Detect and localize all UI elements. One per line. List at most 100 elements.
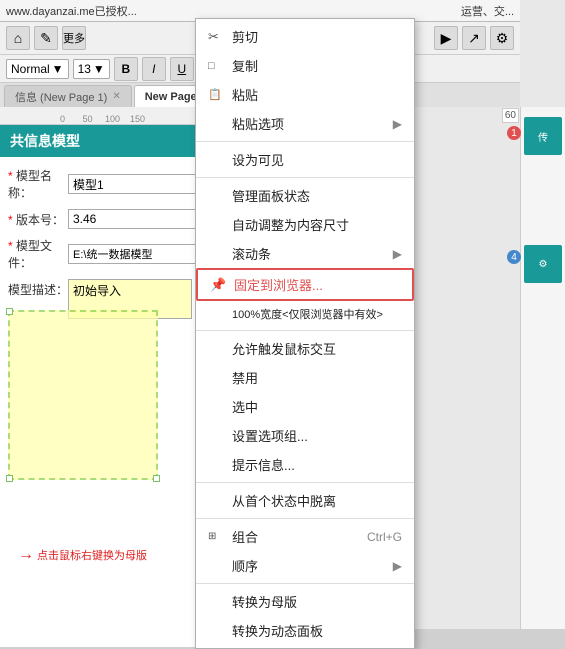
submenu-arrow-order: ▶ [393,559,402,573]
handle-br[interactable] [153,475,160,482]
italic-icon[interactable]: I [142,57,166,81]
right-btn-action[interactable]: ⚙ [524,245,562,283]
menu-item-touch[interactable]: 允许触发鼠标交互 [196,334,414,363]
format-select[interactable]: Normal ▼ [6,59,69,79]
ruler-mark-0: 0 [50,114,75,124]
menu-label-scrollbar: 滚动条 [232,244,271,263]
menu-label-pin-browser: 固定到浏览器... [234,275,323,294]
menu-label-manage-panel: 管理面板状态 [232,186,310,205]
cut-icon: ✂ [208,29,226,45]
right-panel: 传 ⚙ [520,107,565,629]
main-content: 共信息模型 * 模型名称： * 版本号： * 模型文件： 模型描述： 初始导入 [0,125,200,647]
tab-info-newpage[interactable]: 信息 (New Page 1) ✕ [4,85,132,107]
tab-label: 信息 (New Page 1) [15,89,107,105]
bold-icon[interactable]: B [114,57,138,81]
menu-item-order[interactable]: 顺序 ▶ [196,551,414,580]
menu-item-pin-browser[interactable]: 📌 固定到浏览器... [196,268,414,301]
more-label: 更多 [63,30,85,46]
menu-item-tooltip[interactable]: 提示信息... [196,450,414,479]
menu-label-touch: 允许触发鼠标交互 [232,339,336,358]
shortcut-group: Ctrl+G [367,530,402,544]
menu-item-set-visible[interactable]: 设为可见 [196,145,414,174]
menu-label-group: 组合 [232,527,258,546]
menu-item-copy[interactable]: □ 复制 [196,51,414,80]
red-arrow-icon: → [18,546,34,564]
menu-item-auto-resize[interactable]: 自动调整为内容尺寸 [196,210,414,239]
cim-title: 共信息模型 [10,131,80,151]
menu-item-scrollbar[interactable]: 滚动条 ▶ [196,239,414,268]
share-icon[interactable]: ↗ [462,26,486,50]
submenu-arrow-scrollbar: ▶ [393,247,402,261]
home-icon[interactable]: ⌂ [6,26,30,50]
fontsize-arrow: ▼ [93,62,105,76]
menu-item-paste[interactable]: 📋 粘贴 [196,80,414,109]
selection-box [8,310,158,480]
field-label-version: * 版本号： [8,211,68,228]
tab-close-icon[interactable]: ✕ [112,91,120,102]
badge-4: 4 [507,250,521,264]
field-label-file: * 模型文件： [8,237,68,271]
handle-tl[interactable] [6,308,13,315]
field-label-name: * 模型名称： [8,167,68,201]
separator-1 [196,141,414,142]
group-icon: ⊞ [208,531,226,542]
badge-1: 1 [507,126,521,140]
separator-6 [196,583,414,584]
fontsize-select[interactable]: 13 ▼ [73,59,110,79]
menu-item-group[interactable]: ⊞ 组合 Ctrl+G [196,522,414,551]
menu-label-convert-dynamic: 转换为动态面板 [232,621,323,640]
separator-4 [196,482,414,483]
separator-2 [196,177,414,178]
menu-item-manage-panel[interactable]: 管理面板状态 [196,181,414,210]
menu-label-cut: 剪切 [232,27,258,46]
menu-item-select[interactable]: 选中 [196,392,414,421]
annotation-text: 点击鼠标右键换为母版 [37,547,147,563]
underline-icon[interactable]: U [170,57,194,81]
menu-item-disable[interactable]: 禁用 [196,363,414,392]
url-text: www.dayanzai.me已授权... [6,3,137,19]
format-arrow: ▼ [52,62,64,76]
form-row-name: * 模型名称： [8,167,192,201]
menu-label-auto-resize: 自动调整为内容尺寸 [232,215,349,234]
more-btn[interactable]: 更多 [62,26,86,50]
menu-item-detach[interactable]: 从首个状态中脱离 [196,486,414,515]
paste-icon: 📋 [208,88,226,101]
menu-label-order: 顺序 [232,556,258,575]
ruler-mark-150: 150 [125,114,150,124]
form-row-version: * 版本号： [8,209,192,229]
separator-3 [196,330,414,331]
menu-item-set-options[interactable]: 设置选项组... [196,421,414,450]
annotation: → 点击鼠标右键换为母版 [18,546,147,564]
pin-browser-icon: 📌 [210,277,228,293]
cim-header: 共信息模型 [0,125,200,157]
menu-item-convert-dynamic[interactable]: 转换为动态面板 [196,616,414,645]
menu-label-full-width: 100%宽度<仅限浏览器中有效> [232,306,383,322]
preview-icon[interactable]: ▶ [434,26,458,50]
separator-5 [196,518,414,519]
menu-label-disable: 禁用 [232,368,258,387]
menu-label-detach: 从首个状态中脱离 [232,491,336,510]
menu-label-convert-master: 转换为母版 [232,592,297,611]
url-suffix: 运营、交... [461,3,514,19]
menu-label-set-options: 设置选项组... [232,426,308,445]
format-value: Normal [11,62,50,76]
menu-label-select: 选中 [232,397,258,416]
copy-icon: □ [208,60,226,72]
menu-item-cut[interactable]: ✂ 剪切 [196,22,414,51]
menu-label-paste: 粘贴 [232,85,258,104]
ruler-mark-50: 50 [75,114,100,124]
notes-icon[interactable]: ✎ [34,26,58,50]
menu-item-convert-master[interactable]: 转换为母版 [196,587,414,616]
ruler-marker-60: 60 [502,108,519,123]
menu-item-full-width[interactable]: 100%宽度<仅限浏览器中有效> [196,301,414,327]
handle-bl[interactable] [6,475,13,482]
marker-60-value: 60 [505,110,516,121]
settings-icon[interactable]: ⚙ [490,26,514,50]
form-row-file: * 模型文件： [8,237,192,271]
ruler-mark-100: 100 [100,114,125,124]
right-btn-upload[interactable]: 传 [524,117,562,155]
menu-label-tooltip: 提示信息... [232,455,295,474]
menu-item-paste-options[interactable]: 粘贴选项 ▶ [196,109,414,138]
field-label-desc: 模型描述： [8,279,68,298]
ruler: 0 50 100 150 [0,107,200,125]
